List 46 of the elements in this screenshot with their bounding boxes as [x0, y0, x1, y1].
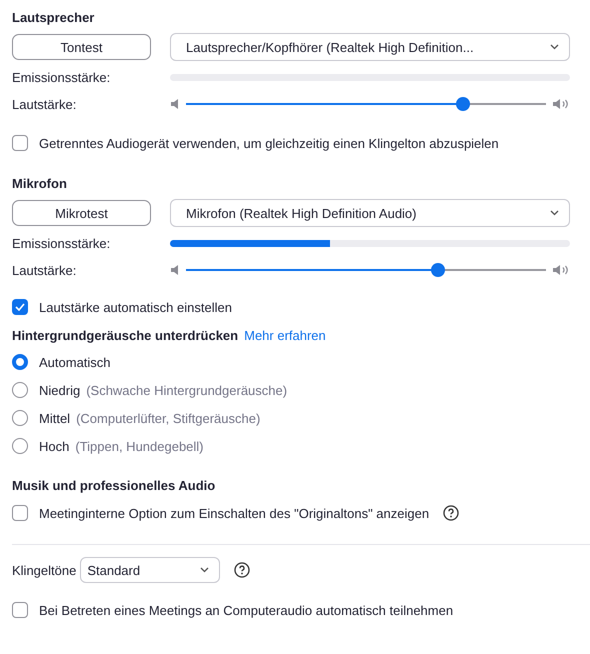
radio-button[interactable]	[12, 438, 28, 454]
slider-thumb[interactable]	[431, 263, 445, 277]
slider-thumb[interactable]	[456, 97, 470, 111]
checkmark-icon	[15, 303, 25, 311]
chevron-down-icon	[550, 210, 559, 216]
help-icon[interactable]	[443, 505, 460, 521]
volume-label: Lautstärke:	[12, 96, 78, 112]
radio-button[interactable]	[12, 410, 28, 426]
checkbox-label: Getrenntes Audiogerät verwenden, um gleichzeitig einen Klingelton abzuspielen	[39, 136, 499, 150]
device-dropdown[interactable]: Lautsprecher/Kopfhörer (Realtek High Definition...	[170, 33, 570, 61]
option-hint: (Computerlüfter, Stiftgeräusche)	[76, 410, 260, 426]
radio-button[interactable]	[12, 382, 28, 398]
emission-label: Emissionsstärke:	[12, 70, 112, 84]
radio-button[interactable]	[12, 354, 28, 370]
option-label: Niedrig	[39, 382, 80, 398]
speaker-low-icon	[170, 99, 180, 109]
learn-more-link[interactable]: Mehr erfahren	[244, 328, 326, 342]
chevron-down-icon	[200, 567, 210, 573]
checkbox[interactable]	[12, 505, 28, 521]
section-heading: Musik und professionelles Audio	[12, 476, 216, 495]
section-heading: Lautsprecher	[12, 8, 96, 27]
checkbox[interactable]	[12, 299, 28, 315]
option-hint: (Tippen, Hundegebell)	[75, 438, 204, 454]
device-dropdown[interactable]: Mikrofon (Realtek High Definition Audio)	[170, 199, 570, 227]
section-heading: Hintergrundgeräusche unterdrücken	[12, 328, 238, 342]
ringtone-label: Klingeltöne	[12, 562, 76, 578]
ringtone-dropdown[interactable]: Standard	[80, 557, 220, 583]
option-label: Mittel	[39, 410, 70, 426]
checkbox-label: Bei Betreten eines Meetings an Computeraudio automatisch teilnehmen	[39, 602, 454, 618]
volume-label: Lautstärke:	[12, 262, 78, 278]
speaker-high-icon	[552, 99, 570, 109]
option-label: Automatisch	[39, 354, 111, 370]
checkbox[interactable]	[12, 602, 28, 618]
test-button[interactable]: Tontest	[12, 34, 151, 60]
emission-label: Emissionsstärke:	[12, 236, 112, 250]
option-hint: (Schwache Hintergrundgeräusche)	[86, 382, 288, 398]
help-icon[interactable]	[234, 562, 250, 578]
checkbox-label: Meetinginterne Option zum Einschalten des "Originaltons" anzeigen	[39, 506, 430, 520]
checkbox-label: Lautstärke automatisch einstellen	[39, 300, 232, 314]
option-label: Hoch	[39, 438, 70, 454]
checkbox[interactable]	[12, 135, 28, 151]
chevron-down-icon	[550, 44, 559, 50]
test-button[interactable]: Mikrotest	[12, 200, 151, 226]
section-heading: Mikrofon	[12, 174, 68, 192]
speaker-low-icon	[170, 265, 180, 275]
speaker-high-icon	[552, 265, 570, 275]
